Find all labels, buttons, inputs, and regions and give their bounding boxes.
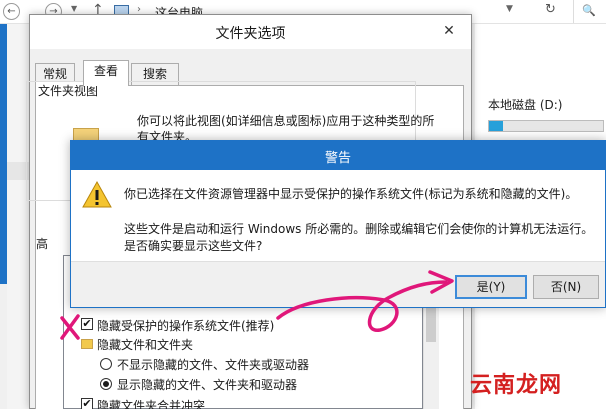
hide-merge-conflicts-checkbox[interactable]: ✔ (81, 398, 93, 409)
hide-merge-conflicts-label[interactable]: 隐藏文件夹合并冲突 (97, 397, 205, 409)
hidden-files-group-label: 隐藏文件和文件夹 (97, 338, 194, 352)
warning-message-line2: 这些文件是启动和运行 Windows 所必需的。删除或编辑它们会使你的计算机无法… (124, 222, 594, 236)
desktop-edge (0, 24, 7, 284)
warning-dialog: 警告 你已选择在文件资源管理器中显示受保护的操作系统文件(标记为系统和隐藏的文件… (70, 140, 606, 308)
show-hidden-label[interactable]: 显示隐藏的文件、文件夹和驱动器 (117, 376, 297, 393)
refresh-icon[interactable]: ↻ (545, 2, 556, 17)
warning-titlebar: 警告 (71, 141, 605, 170)
dont-show-hidden-label[interactable]: 不显示隐藏的文件、文件夹或驱动器 (117, 356, 309, 373)
warning-title: 警告 (324, 151, 351, 166)
back-icon[interactable]: ← (3, 3, 20, 20)
no-button[interactable]: 否(N) (533, 275, 599, 299)
drive-usage-bar (488, 120, 604, 132)
folder-icon (81, 339, 93, 349)
advanced-settings-label: 高 (36, 237, 49, 251)
close-icon[interactable]: ✕ (435, 20, 463, 42)
folder-options-title: 文件夹选项 (215, 26, 286, 42)
dont-show-hidden-radio[interactable] (100, 358, 112, 370)
warning-message-line1: 你已选择在文件资源管理器中显示受保护的操作系统文件(标记为系统和隐藏的文件)。 (124, 187, 578, 201)
recent-dropdown-icon[interactable]: ▼ (71, 4, 77, 13)
hide-protected-files-checkbox[interactable]: ✔ (81, 318, 93, 330)
watermark-logo: 云南龙网 (470, 372, 563, 398)
drive-label[interactable]: 本地磁盘 (D:) (488, 96, 562, 113)
address-dropdown-icon[interactable]: ▼ (506, 4, 513, 14)
search-icon[interactable]: 🔍 (573, 0, 606, 23)
warning-icon (82, 180, 112, 208)
hide-protected-files-label[interactable]: 隐藏受保护的操作系统文件(推荐) (97, 317, 274, 334)
warning-message-line3: 是否确实要显示这些文件? (124, 239, 263, 253)
tab-view[interactable]: 查看 (83, 60, 129, 86)
drive-usage-fill (489, 121, 503, 131)
folder-options-titlebar: 文件夹选项 ✕ (30, 15, 471, 49)
show-hidden-radio[interactable] (100, 378, 112, 390)
yes-button[interactable]: 是(Y) (455, 275, 527, 299)
